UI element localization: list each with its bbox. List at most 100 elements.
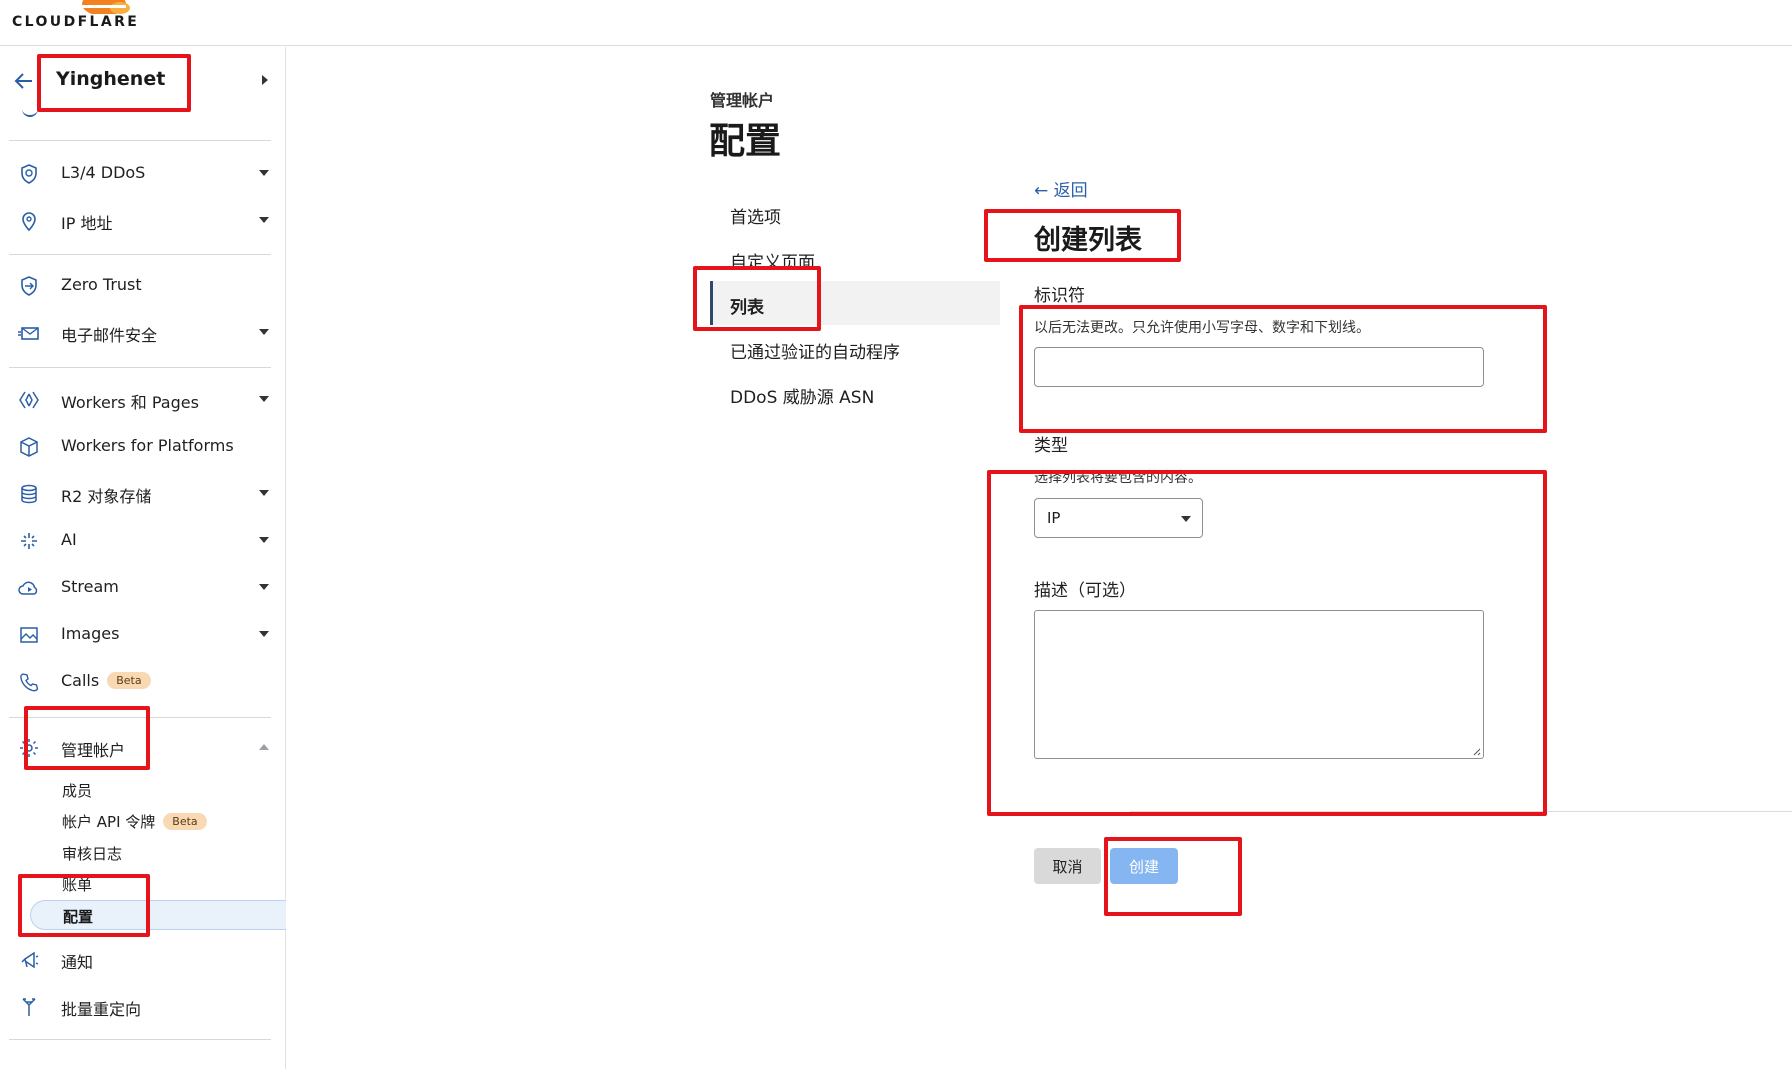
workers-icon	[19, 391, 39, 409]
database-icon	[21, 484, 37, 504]
sidebar-subitem-label: 帐户 API 令牌	[62, 813, 156, 831]
account-switcher[interactable]: Yinghenet	[0, 47, 286, 117]
divider	[9, 717, 271, 718]
subnav-ddos-asn[interactable]: DDoS 威胁源 ASN	[710, 371, 1000, 415]
page-title: 配置	[709, 121, 782, 162]
subnav-label: DDoS 威胁源 ASN	[730, 388, 875, 408]
sidebar-subitem-billing[interactable]: 账单	[62, 874, 92, 895]
chevron-right-icon[interactable]	[262, 75, 268, 85]
breadcrumb: 管理帐户	[710, 91, 775, 110]
sidebar: Yinghenet L3/4 DDoS IP 地址 Zero Trust 电子邮…	[0, 47, 286, 1069]
phone-icon	[20, 673, 39, 692]
sidebar-item-ddos[interactable]: L3/4 DDoS	[0, 153, 286, 193]
divider	[9, 140, 271, 141]
sidebar-item-workers-platforms[interactable]: Workers for Platforms	[0, 426, 286, 466]
sidebar-item-label: Images	[61, 624, 120, 643]
sidebar-item-ip[interactable]: IP 地址	[0, 200, 286, 240]
cube-icon	[20, 437, 38, 457]
sparkle-icon	[21, 533, 37, 549]
sidebar-subitem-config[interactable]: 配置	[30, 900, 286, 930]
email-icon	[18, 327, 39, 340]
back-link[interactable]: ← 返回	[1034, 176, 1088, 201]
sidebar-item-bulk-redirects[interactable]: 批量重定向	[0, 986, 286, 1026]
sidebar-item-label: 批量重定向	[61, 1000, 142, 1019]
subnav-label: 已通过验证的自动程序	[730, 343, 900, 363]
back-link-label: 返回	[1053, 181, 1088, 201]
sidebar-item-label: 管理帐户	[61, 741, 126, 760]
sidebar-item-label: L3/4 DDoS	[61, 163, 146, 182]
account-name[interactable]: Yinghenet	[56, 68, 165, 90]
shield-icon	[21, 164, 37, 184]
chevron-down-icon[interactable]	[259, 584, 269, 590]
cancel-button[interactable]: 取消	[1034, 848, 1101, 884]
partial-icon	[22, 107, 38, 117]
sidebar-item-r2[interactable]: R2 对象存储	[0, 473, 286, 513]
description-textarea[interactable]	[1034, 610, 1484, 759]
sidebar-item-label: R2 对象存储	[61, 487, 152, 506]
type-label: 类型	[1034, 436, 1068, 456]
sidebar-item-label: 电子邮件安全	[61, 326, 158, 345]
sidebar-item-notifications[interactable]: 通知	[0, 939, 286, 979]
identifier-label: 标识符	[1034, 286, 1085, 306]
subnav-label: 自定义页面	[730, 253, 815, 273]
chevron-down-icon[interactable]	[259, 329, 269, 335]
subnav-custom-pages[interactable]: 自定义页面	[710, 236, 1000, 280]
stream-icon	[18, 581, 38, 595]
sidebar-item-manage-account[interactable]: 管理帐户	[0, 727, 286, 767]
sidebar-item-label: AI	[61, 530, 77, 549]
sidebar-subitem-members[interactable]: 成员	[62, 780, 92, 801]
resize-grip-icon[interactable]	[1471, 746, 1481, 756]
top-bar: CLOUDFLARE	[0, 0, 1792, 46]
form-title: 创建列表	[1034, 225, 1142, 256]
subnav-lists[interactable]: 列表	[710, 281, 1000, 325]
back-arrow-icon[interactable]	[12, 69, 36, 93]
divider	[9, 1039, 271, 1040]
identifier-input[interactable]	[1034, 347, 1484, 387]
subnav-preferences[interactable]: 首选项	[710, 191, 1000, 235]
redirect-icon	[22, 998, 36, 1016]
divider	[9, 254, 271, 255]
chevron-down-icon[interactable]	[259, 490, 269, 496]
gear-icon	[20, 739, 38, 757]
sidebar-item-zero-trust[interactable]: Zero Trust	[0, 265, 286, 305]
sidebar-subitem-label: 配置	[63, 908, 94, 926]
sidebar-item-label: Calls	[61, 671, 100, 690]
chevron-down-icon[interactable]	[259, 631, 269, 637]
sidebar-subitem-audit-log[interactable]: 审核日志	[62, 843, 122, 864]
arrow-left-icon: ←	[1034, 181, 1054, 201]
image-icon	[20, 627, 38, 643]
sidebar-item-stream[interactable]: Stream	[0, 567, 286, 607]
divider	[9, 367, 271, 368]
chevron-down-icon[interactable]	[259, 170, 269, 176]
chevron-down-icon[interactable]	[259, 537, 269, 543]
sidebar-item-label: Workers 和 Pages	[61, 393, 199, 412]
sidebar-item-label: Zero Trust	[61, 275, 142, 294]
sidebar-item-label-wrap: Calls Beta	[61, 671, 151, 690]
sidebar-item-email[interactable]: 电子邮件安全	[0, 312, 286, 352]
sidebar-subitem-api-tokens[interactable]: 帐户 API 令牌 Beta	[62, 811, 207, 832]
beta-badge: Beta	[107, 672, 151, 689]
logo-text[interactable]: CLOUDFLARE	[12, 14, 139, 30]
megaphone-icon	[21, 951, 39, 969]
chevron-down-icon	[1181, 516, 1191, 522]
location-pin-icon	[22, 212, 36, 232]
sidebar-item-ai[interactable]: AI	[0, 520, 286, 560]
chevron-down-icon[interactable]	[259, 217, 269, 223]
create-button[interactable]: 创建	[1110, 848, 1178, 884]
sidebar-item-label: Stream	[61, 577, 119, 596]
chevron-down-icon[interactable]	[259, 396, 269, 402]
type-help: 选择列表将要包含的内容。	[1034, 470, 1202, 486]
zero-trust-icon	[21, 276, 37, 296]
sidebar-item-label: 通知	[61, 953, 94, 972]
cloudflare-logo-icon[interactable]	[74, 0, 132, 14]
chevron-up-icon[interactable]	[259, 744, 269, 750]
type-select-value: IP	[1047, 509, 1061, 527]
sidebar-item-images[interactable]: Images	[0, 614, 286, 654]
sidebar-item-workers[interactable]: Workers 和 Pages	[0, 379, 286, 419]
subnav-verified-bots[interactable]: 已通过验证的自动程序	[710, 326, 1000, 370]
sidebar-item-calls[interactable]: Calls Beta	[0, 661, 286, 701]
sidebar-item-label: Workers for Platforms	[61, 436, 234, 455]
type-select[interactable]: IP	[1034, 498, 1203, 538]
beta-badge: Beta	[163, 813, 207, 830]
sidebar-item-label: IP 地址	[61, 214, 113, 233]
